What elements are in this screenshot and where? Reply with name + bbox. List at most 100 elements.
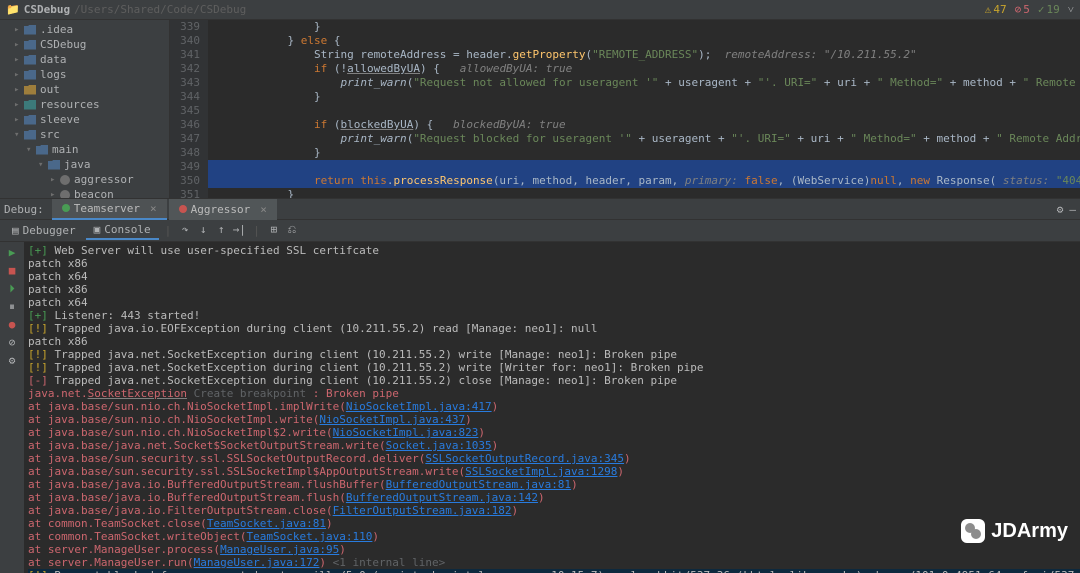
tree-item-resources[interactable]: ▸ resources bbox=[0, 97, 169, 112]
tree-label: CSDebug bbox=[40, 38, 86, 51]
tree-item-src[interactable]: ▾ src bbox=[0, 127, 169, 142]
tree-label: java bbox=[64, 158, 91, 171]
console-line: [!] Request blocked for useragent 'wget … bbox=[28, 569, 1076, 573]
rerun-icon[interactable]: ▶ bbox=[5, 246, 19, 260]
folder-icon bbox=[24, 40, 36, 50]
tab-debugger[interactable]: ▤ Debugger bbox=[4, 222, 84, 239]
console-line: at java.base/sun.nio.ch.NioSocketImpl.wr… bbox=[28, 413, 1076, 426]
settings-icon[interactable]: ⚙ bbox=[5, 354, 19, 368]
tree-item-main[interactable]: ▾main bbox=[0, 142, 169, 157]
mute-breakpoints-icon[interactable]: ⊘ bbox=[5, 336, 19, 350]
console-line: at server.ManageUser.process(ManageUser.… bbox=[28, 543, 1076, 556]
expand-arrow-icon[interactable]: ▸ bbox=[14, 40, 24, 50]
tree-label: resources bbox=[40, 98, 100, 111]
expand-arrow-icon[interactable]: ▸ bbox=[14, 70, 24, 80]
tree-item-beacon[interactable]: ▸beacon bbox=[0, 187, 169, 198]
console-line: [!] Trapped java.io.EOFException during … bbox=[28, 322, 1076, 335]
errors-count[interactable]: ⊘ 5 bbox=[1015, 3, 1030, 16]
console-line: [-] Trapped java.net.SocketException dur… bbox=[28, 374, 1076, 387]
run-config-icon bbox=[179, 205, 187, 213]
terminal-icon: ▣ bbox=[94, 223, 101, 236]
evaluate-icon[interactable]: ⊞ bbox=[266, 223, 282, 239]
tree-item-java[interactable]: ▾ java bbox=[0, 157, 169, 172]
trace-icon[interactable]: ⎌ bbox=[284, 223, 300, 239]
breadcrumb-path: /Users/Shared/Code/CSDebug bbox=[74, 3, 246, 16]
close-icon[interactable]: × bbox=[260, 203, 267, 216]
console-output[interactable]: [+] Web Server will use user-specified S… bbox=[24, 242, 1080, 573]
expand-arrow-icon[interactable]: ▸ bbox=[14, 25, 24, 35]
tree-label: data bbox=[40, 53, 67, 66]
ok-count[interactable]: ✓ 19 bbox=[1038, 3, 1060, 16]
tree-item-CSDebug[interactable]: ▸ CSDebug bbox=[0, 37, 169, 52]
console-line: at java.base/java.net.Socket$SocketOutpu… bbox=[28, 439, 1076, 452]
folder-icon bbox=[24, 130, 36, 140]
tree-label: out bbox=[40, 83, 60, 96]
run-to-cursor-icon[interactable]: →| bbox=[231, 223, 247, 239]
stop-icon[interactable]: ■ bbox=[5, 264, 19, 278]
console-line: at java.base/java.io.BufferedOutputStrea… bbox=[28, 478, 1076, 491]
tree-item-logs[interactable]: ▸logs bbox=[0, 67, 169, 82]
expand-arrow-icon[interactable]: ▸ bbox=[14, 100, 24, 110]
tree-item-aggressor[interactable]: ▸ aggressor bbox=[0, 172, 169, 187]
tree-label: src bbox=[40, 128, 60, 141]
expand-arrow-icon[interactable]: ▸ bbox=[14, 85, 24, 95]
step-out-icon[interactable]: ↑ bbox=[213, 223, 229, 239]
tree-item-out[interactable]: ▸ out bbox=[0, 82, 169, 97]
code-area[interactable]: } } else { String remoteAddress = header… bbox=[208, 20, 1080, 198]
close-icon[interactable]: × bbox=[150, 202, 157, 215]
expand-arrow-icon[interactable]: ▸ bbox=[14, 115, 24, 125]
folder-icon bbox=[24, 100, 36, 110]
debug-label: Debug: bbox=[4, 203, 44, 216]
step-into-icon[interactable]: ↓ bbox=[195, 223, 211, 239]
expand-arrow-icon[interactable]: ▸ bbox=[50, 190, 60, 199]
chevron-down-icon[interactable]: ˅ bbox=[1068, 3, 1074, 16]
debug-tab-teamserver[interactable]: Teamserver× bbox=[52, 199, 167, 220]
expand-arrow-icon[interactable]: ▸ bbox=[14, 55, 24, 65]
folder-icon bbox=[24, 25, 36, 35]
code-editor[interactable]: 339340341342343344345346347348349350351 … bbox=[170, 20, 1080, 198]
console-line: [+] Web Server will use user-specified S… bbox=[28, 244, 1076, 257]
step-over-icon[interactable]: ↷ bbox=[177, 223, 193, 239]
console-line: at common.TeamSocket.writeObject(TeamSoc… bbox=[28, 530, 1076, 543]
console-line: [+] Listener: 443 started! bbox=[28, 309, 1076, 322]
expand-arrow-icon[interactable]: ▾ bbox=[14, 130, 24, 140]
console-line: at java.base/sun.nio.ch.NioSocketImpl.im… bbox=[28, 400, 1076, 413]
console-line: at java.base/java.io.BufferedOutputStrea… bbox=[28, 491, 1076, 504]
console-line: at java.base/sun.security.ssl.SSLSocketI… bbox=[28, 465, 1076, 478]
breadcrumb[interactable]: 📁 CSDebug /Users/Shared/Code/CSDebug bbox=[6, 3, 246, 16]
debug-tab-bar: Debug: Teamserver×Aggressor× ⚙ — bbox=[0, 198, 1080, 220]
tab-console[interactable]: ▣ Console bbox=[86, 221, 159, 240]
warnings-count[interactable]: ⚠ 47 bbox=[985, 3, 1007, 16]
folder-icon bbox=[24, 115, 36, 125]
run-config-icon bbox=[62, 204, 70, 212]
expand-arrow-icon[interactable]: ▾ bbox=[38, 160, 48, 170]
project-tree[interactable]: ▸.idea▸CSDebug▸data▸logs▸out▸resources▸s… bbox=[0, 20, 170, 198]
console-line: at common.TeamSocket.close(TeamSocket.ja… bbox=[28, 517, 1076, 530]
console-line: [!] Trapped java.net.SocketException dur… bbox=[28, 361, 1076, 374]
console-line: patch x64 bbox=[28, 270, 1076, 283]
tree-item-data[interactable]: ▸ data bbox=[0, 52, 169, 67]
folder-icon: 📁 bbox=[6, 3, 20, 16]
view-breakpoints-icon[interactable]: ● bbox=[5, 318, 19, 332]
resume-icon[interactable]: ⏵ bbox=[5, 282, 19, 296]
package-icon bbox=[60, 190, 70, 199]
console-line: at java.base/sun.security.ssl.SSLSocketO… bbox=[28, 452, 1076, 465]
debug-controls: ▶ ■ ⏵ ⏸ ● ⊘ ⚙ bbox=[0, 242, 24, 573]
console-line: patch x86 bbox=[28, 283, 1076, 296]
gear-icon[interactable]: ⚙ bbox=[1057, 203, 1064, 216]
tree-label: .idea bbox=[40, 23, 73, 36]
expand-arrow-icon[interactable]: ▾ bbox=[26, 145, 36, 155]
tree-item-sleeve[interactable]: ▸sleeve bbox=[0, 112, 169, 127]
inspection-stats: ⚠ 47 ⊘ 5 ✓ 19 ˅ bbox=[985, 3, 1074, 16]
console-line: patch x86 bbox=[28, 335, 1076, 348]
minimize-icon[interactable]: — bbox=[1069, 203, 1076, 216]
pause-icon[interactable]: ⏸ bbox=[5, 300, 19, 314]
expand-arrow-icon[interactable]: ▸ bbox=[50, 175, 60, 185]
console-line: at java.base/sun.nio.ch.NioSocketImpl$2.… bbox=[28, 426, 1076, 439]
project-name: CSDebug bbox=[24, 3, 70, 16]
tree-item-.idea[interactable]: ▸ .idea bbox=[0, 22, 169, 37]
tree-label: aggressor bbox=[74, 173, 134, 186]
folder-icon bbox=[24, 55, 36, 65]
console-line: at java.base/java.io.FilterOutputStream.… bbox=[28, 504, 1076, 517]
debug-tab-aggressor[interactable]: Aggressor× bbox=[169, 199, 277, 220]
